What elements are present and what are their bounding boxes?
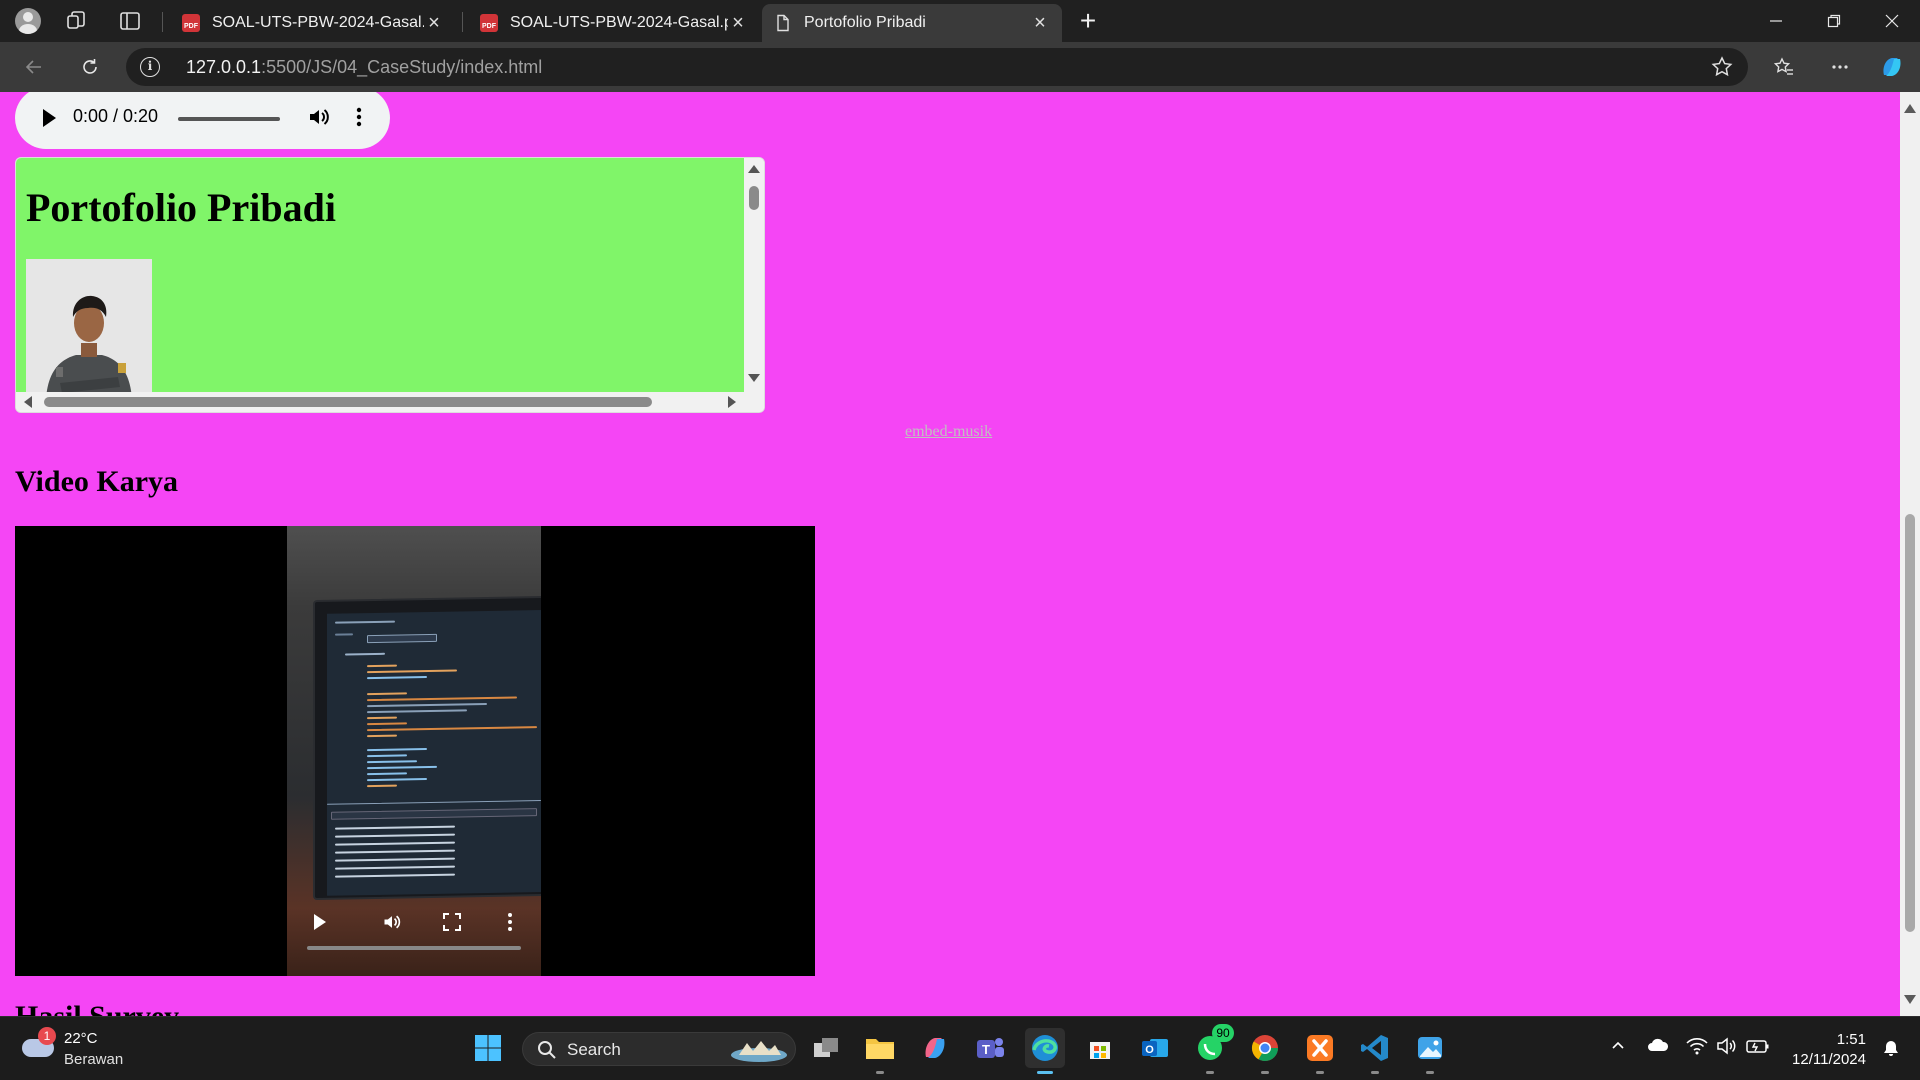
profile-photo (26, 259, 152, 394)
onedrive-cloud-icon[interactable] (1647, 1037, 1669, 1053)
profile-avatar-icon[interactable] (14, 7, 42, 35)
whatsapp-badge: 90 (1212, 1024, 1234, 1042)
svg-text:O: O (1145, 1044, 1154, 1056)
audio-time: 0:00 / 0:20 (73, 106, 159, 126)
copilot-icon[interactable] (1876, 51, 1908, 83)
url-path: :5500/JS/04_CaseStudy/index.html (261, 57, 543, 77)
search-highlight-icon (731, 1041, 787, 1062)
back-arrow-icon[interactable] (18, 51, 50, 83)
iframe-content: Portofolio Pribadi (16, 158, 746, 394)
tab-close-icon[interactable]: × (1030, 12, 1050, 34)
url-text[interactable]: 127.0.0.1:5500/JS/04_CaseStudy/index.htm… (186, 57, 542, 78)
page-vertical-scrollbar[interactable] (1900, 92, 1920, 1016)
minimize-icon[interactable] (1748, 0, 1804, 42)
volume-icon[interactable] (1716, 1037, 1738, 1055)
favorite-star-icon[interactable] (1710, 55, 1734, 79)
audio-play-icon[interactable] (43, 109, 56, 127)
outlook-icon[interactable]: O (1135, 1028, 1175, 1068)
taskbar-search[interactable]: Search (522, 1032, 796, 1066)
weather-condition: Berawan (64, 1051, 124, 1068)
svg-text:T: T (982, 1042, 990, 1057)
photos-icon[interactable] (1410, 1028, 1450, 1074)
refresh-icon[interactable] (74, 51, 106, 83)
teams-icon[interactable]: T (970, 1028, 1010, 1068)
pdf-file-icon: PDF (182, 14, 200, 32)
audio-more-options-icon[interactable] (355, 105, 363, 129)
tab-title: Portofolio Pribadi (804, 14, 926, 31)
tab-close-icon[interactable]: × (424, 12, 444, 34)
clock-time: 1:51 (1836, 1031, 1866, 1048)
video-more-options-icon[interactable] (507, 912, 513, 932)
tab-pdf-2[interactable]: PDF SOAL-UTS-PBW-2024-Gasal.pdf × (468, 4, 760, 42)
edge-browser-icon[interactable] (1025, 1028, 1065, 1074)
show-hidden-icons-chevron-icon[interactable] (1610, 1037, 1626, 1053)
survey-section-heading: Hasil Survey (15, 1000, 179, 1016)
battery-icon[interactable] (1746, 1037, 1770, 1055)
windows-start-icon[interactable] (468, 1028, 508, 1068)
embed-musik-link[interactable]: embed-musik (905, 423, 992, 441)
portfolio-title: Portofolio Pribadi (26, 185, 336, 230)
tab-close-icon[interactable]: × (728, 12, 748, 34)
pdf-file-icon: PDF (480, 14, 498, 32)
whatsapp-icon[interactable]: 90 (1190, 1024, 1234, 1074)
audio-volume-icon[interactable] (307, 105, 331, 129)
window-close-icon[interactable] (1864, 0, 1920, 42)
xampp-icon[interactable] (1300, 1028, 1340, 1074)
iframe-horizontal-scrollbar[interactable] (16, 392, 764, 412)
site-info-icon[interactable]: i (140, 57, 160, 77)
iframe-vertical-scrollbar[interactable] (744, 158, 764, 394)
taskbar-clock[interactable]: 1:51 12/11/2024 (1792, 1030, 1866, 1070)
page-document-icon (774, 14, 792, 32)
audio-progress-slider[interactable] (178, 117, 280, 121)
video-frame (287, 526, 541, 976)
tab-title: SOAL-UTS-PBW-2024-Gasal.pdf (510, 14, 728, 31)
video-progress-slider[interactable] (307, 946, 521, 950)
notification-bell-icon[interactable] (1882, 1039, 1900, 1057)
tab-pdf-1[interactable]: PDF SOAL-UTS-PBW-2024-Gasal.pdf × (170, 4, 456, 42)
tab-title: SOAL-UTS-PBW-2024-Gasal.pdf (212, 14, 424, 31)
tab-portofolio-active[interactable]: Portofolio Pribadi × (762, 4, 1062, 42)
fullscreen-icon[interactable] (443, 913, 461, 931)
weather-widget[interactable]: 1 22°C Berawan (20, 1027, 160, 1071)
restore-icon[interactable] (1806, 0, 1862, 42)
search-icon (538, 1041, 556, 1059)
favorites-icon[interactable] (1768, 51, 1800, 83)
copilot-app-icon[interactable] (915, 1028, 955, 1068)
vscode-icon[interactable] (1355, 1028, 1395, 1074)
portfolio-iframe[interactable]: Portofolio Pribadi (15, 157, 765, 413)
clock-date: 12/11/2024 (1792, 1051, 1866, 1068)
audio-player: 0:00 / 0:20 (15, 92, 390, 149)
vertical-tabs-icon[interactable] (116, 7, 144, 35)
browser-tab-strip: PDF SOAL-UTS-PBW-2024-Gasal.pdf × PDF SO… (0, 0, 1920, 42)
weather-badge: 1 (38, 1027, 56, 1045)
microsoft-store-icon[interactable] (1080, 1028, 1120, 1068)
page-content: 0:00 / 0:20 Portofolio Pribadi embed-mus… (0, 92, 1900, 1016)
chrome-icon[interactable] (1245, 1028, 1285, 1074)
windows-taskbar: 1 22°C Berawan Search T O 90 1:51 12/11/… (0, 1016, 1920, 1080)
weather-temp: 22°C (64, 1030, 98, 1047)
video-player[interactable] (15, 526, 815, 976)
file-explorer-icon[interactable] (860, 1028, 900, 1074)
more-options-icon[interactable] (1824, 51, 1856, 83)
browser-toolbar: i 127.0.0.1:5500/JS/04_CaseStudy/index.h… (0, 42, 1920, 92)
wifi-icon[interactable] (1686, 1037, 1708, 1055)
task-view-icon[interactable] (806, 1028, 846, 1068)
search-label: Search (567, 1040, 621, 1059)
video-volume-icon[interactable] (381, 912, 403, 932)
video-section-heading: Video Karya (15, 465, 179, 498)
url-host: 127.0.0.1 (186, 57, 262, 77)
video-play-icon[interactable] (313, 913, 327, 931)
workspaces-icon[interactable] (62, 7, 90, 35)
address-bar[interactable]: i 127.0.0.1:5500/JS/04_CaseStudy/index.h… (126, 48, 1748, 86)
new-tab-button[interactable]: + (1072, 6, 1104, 38)
